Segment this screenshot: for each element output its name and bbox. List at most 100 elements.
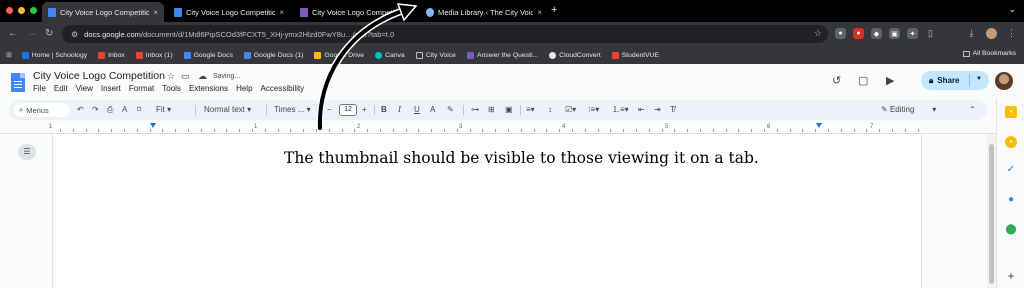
share-dropdown-icon[interactable]: ▼: [976, 76, 982, 82]
contacts-icon[interactable]: ●: [1005, 194, 1017, 206]
menu-help[interactable]: Help: [236, 84, 252, 93]
menu-tools[interactable]: Tools: [162, 84, 181, 93]
close-window-icon[interactable]: [6, 7, 13, 14]
forward-arrow-icon[interactable]: →: [27, 28, 37, 40]
bookmark-item[interactable]: Inbox (1): [135, 51, 173, 59]
font-select[interactable]: Times ... ▾: [274, 104, 311, 116]
insert-image-icon[interactable]: ▣: [505, 104, 513, 116]
bold-icon[interactable]: B: [381, 104, 387, 116]
browser-tab[interactable]: Media Library ‹ The City Voice ×: [420, 2, 548, 22]
tasks-icon[interactable]: ✓: [1005, 164, 1017, 176]
search-menus-input[interactable]: ⌕ Menus: [14, 103, 70, 117]
clear-formatting-icon[interactable]: T̸: [670, 104, 675, 116]
version-history-icon[interactable]: ↺: [832, 74, 841, 87]
keep-icon[interactable]: ▪: [1005, 106, 1017, 118]
address-bar[interactable]: ⚙ docs.google.com /document/d/1Mdl6PipSC…: [62, 25, 828, 43]
collapse-toolbar-icon[interactable]: ⌃: [969, 104, 976, 116]
tab-close-icon[interactable]: ×: [279, 8, 284, 17]
bookmark-item[interactable]: Google Docs (1): [243, 51, 303, 59]
bookmark-folder[interactable]: City Voice: [415, 51, 456, 59]
zoom-select[interactable]: Fit ▾: [156, 104, 171, 116]
underline-icon[interactable]: U: [414, 104, 420, 116]
reload-icon[interactable]: ↻: [45, 28, 53, 40]
bookmark-item[interactable]: Home | Schoology: [21, 51, 87, 59]
apps-grid-icon[interactable]: ⊞: [6, 51, 12, 59]
bookmark-item[interactable]: Inbox: [98, 51, 125, 59]
maps-icon[interactable]: ⬤: [1005, 224, 1017, 236]
tab-search-icon[interactable]: ⌄: [1008, 4, 1016, 15]
vertical-scrollbar[interactable]: [987, 134, 996, 288]
back-arrow-icon[interactable]: ←: [8, 28, 18, 40]
bookmark-item[interactable]: Answer the Questi...: [466, 51, 538, 59]
increase-indent-icon[interactable]: ⇥: [654, 104, 661, 116]
align-icon[interactable]: ≡▾: [526, 104, 535, 116]
menu-file[interactable]: File: [33, 84, 46, 93]
browser-tab-active[interactable]: City Voice Logo Competition ×: [42, 2, 164, 22]
maximize-window-icon[interactable]: [30, 7, 37, 14]
tab-close-icon[interactable]: ×: [153, 8, 158, 17]
menu-extensions[interactable]: Extensions: [189, 84, 228, 93]
scrollbar-thumb[interactable]: [989, 144, 994, 284]
extension-record-icon[interactable]: ●: [853, 28, 864, 39]
undo-icon[interactable]: ↶: [77, 104, 84, 116]
text-color-icon[interactable]: A: [430, 104, 435, 116]
new-tab-button[interactable]: +: [551, 4, 557, 16]
download-icon[interactable]: ⤓: [966, 28, 977, 39]
line-spacing-icon[interactable]: ↕: [548, 104, 552, 116]
style-select[interactable]: Normal text ▾: [204, 104, 251, 116]
highlight-icon[interactable]: ✎: [447, 104, 454, 116]
all-bookmarks[interactable]: All Bookmarks: [962, 50, 1016, 57]
font-size-input[interactable]: 12: [339, 104, 357, 116]
print-icon[interactable]: ⎙: [107, 104, 113, 116]
bookmark-item[interactable]: Canva: [375, 51, 405, 59]
menu-view[interactable]: View: [76, 84, 93, 93]
extensions-puzzle-icon[interactable]: ✦: [907, 28, 918, 39]
decrease-indent-icon[interactable]: ⇤: [638, 104, 645, 116]
checklist-icon[interactable]: ☑▾: [565, 104, 576, 116]
account-avatar[interactable]: [995, 72, 1013, 90]
extension-icon[interactable]: ▣: [889, 28, 900, 39]
right-indent-marker[interactable]: [816, 123, 822, 128]
document-outline-icon[interactable]: ☰: [18, 144, 36, 160]
add-comment-icon[interactable]: ⊞: [488, 104, 495, 116]
browser-tab[interactable]: City Voice Logo Competition ×: [168, 2, 290, 22]
bookmark-item[interactable]: Google Docs: [183, 51, 233, 59]
calendar-icon[interactable]: ▪: [1005, 136, 1017, 148]
get-addons-icon[interactable]: +: [1005, 270, 1017, 282]
bookmark-item[interactable]: Google Drive: [314, 51, 364, 59]
bookmark-item[interactable]: StudentVUE: [611, 51, 659, 59]
menu-format[interactable]: Format: [129, 84, 154, 93]
minimize-window-icon[interactable]: [18, 7, 25, 14]
tab-close-icon[interactable]: ×: [405, 8, 410, 17]
site-info-icon[interactable]: ⚙: [71, 30, 78, 39]
meet-icon[interactable]: ▶: [886, 74, 894, 87]
bookmark-star-icon[interactable]: ☆: [814, 28, 822, 39]
insert-link-icon[interactable]: ⊶: [471, 104, 479, 116]
extension-icon[interactable]: ●: [835, 28, 846, 39]
editing-mode-select[interactable]: ✎ Editing ▾: [881, 104, 936, 116]
decrease-font-icon[interactable]: −: [327, 104, 332, 116]
chrome-menu-icon[interactable]: ⋮: [1006, 28, 1017, 39]
side-panel-icon[interactable]: ▯: [925, 28, 936, 39]
italic-icon[interactable]: I: [398, 104, 401, 116]
document-body-text[interactable]: The thumbnail should be visible to those…: [284, 149, 759, 167]
tab-close-icon[interactable]: ×: [537, 8, 542, 17]
left-indent-marker[interactable]: [150, 123, 156, 128]
extension-icon[interactable]: ◆: [871, 28, 882, 39]
star-icon[interactable]: ☆: [167, 71, 175, 82]
menu-insert[interactable]: Insert: [101, 84, 121, 93]
bookmark-item[interactable]: CloudConvert: [549, 51, 601, 59]
menu-edit[interactable]: Edit: [54, 84, 68, 93]
paint-format-icon[interactable]: ⌑: [137, 104, 141, 116]
share-button[interactable]: 🔒︎ Share ▼: [921, 71, 989, 90]
document-title[interactable]: City Voice Logo Competition: [33, 70, 165, 82]
spellcheck-icon[interactable]: A: [122, 104, 127, 116]
move-folder-icon[interactable]: ▭: [181, 71, 190, 82]
increase-font-icon[interactable]: +: [362, 104, 367, 116]
google-docs-logo-icon[interactable]: [11, 73, 25, 92]
bulleted-list-icon[interactable]: ⁝≡▾: [588, 104, 599, 116]
menu-accessibility[interactable]: Accessibility: [261, 84, 305, 93]
chrome-profile-avatar[interactable]: [986, 28, 997, 39]
ruler[interactable]: 1 1 2 3 4 5 6 7: [0, 122, 996, 134]
browser-tab[interactable]: City Voice Logo Competition ×: [294, 2, 416, 22]
